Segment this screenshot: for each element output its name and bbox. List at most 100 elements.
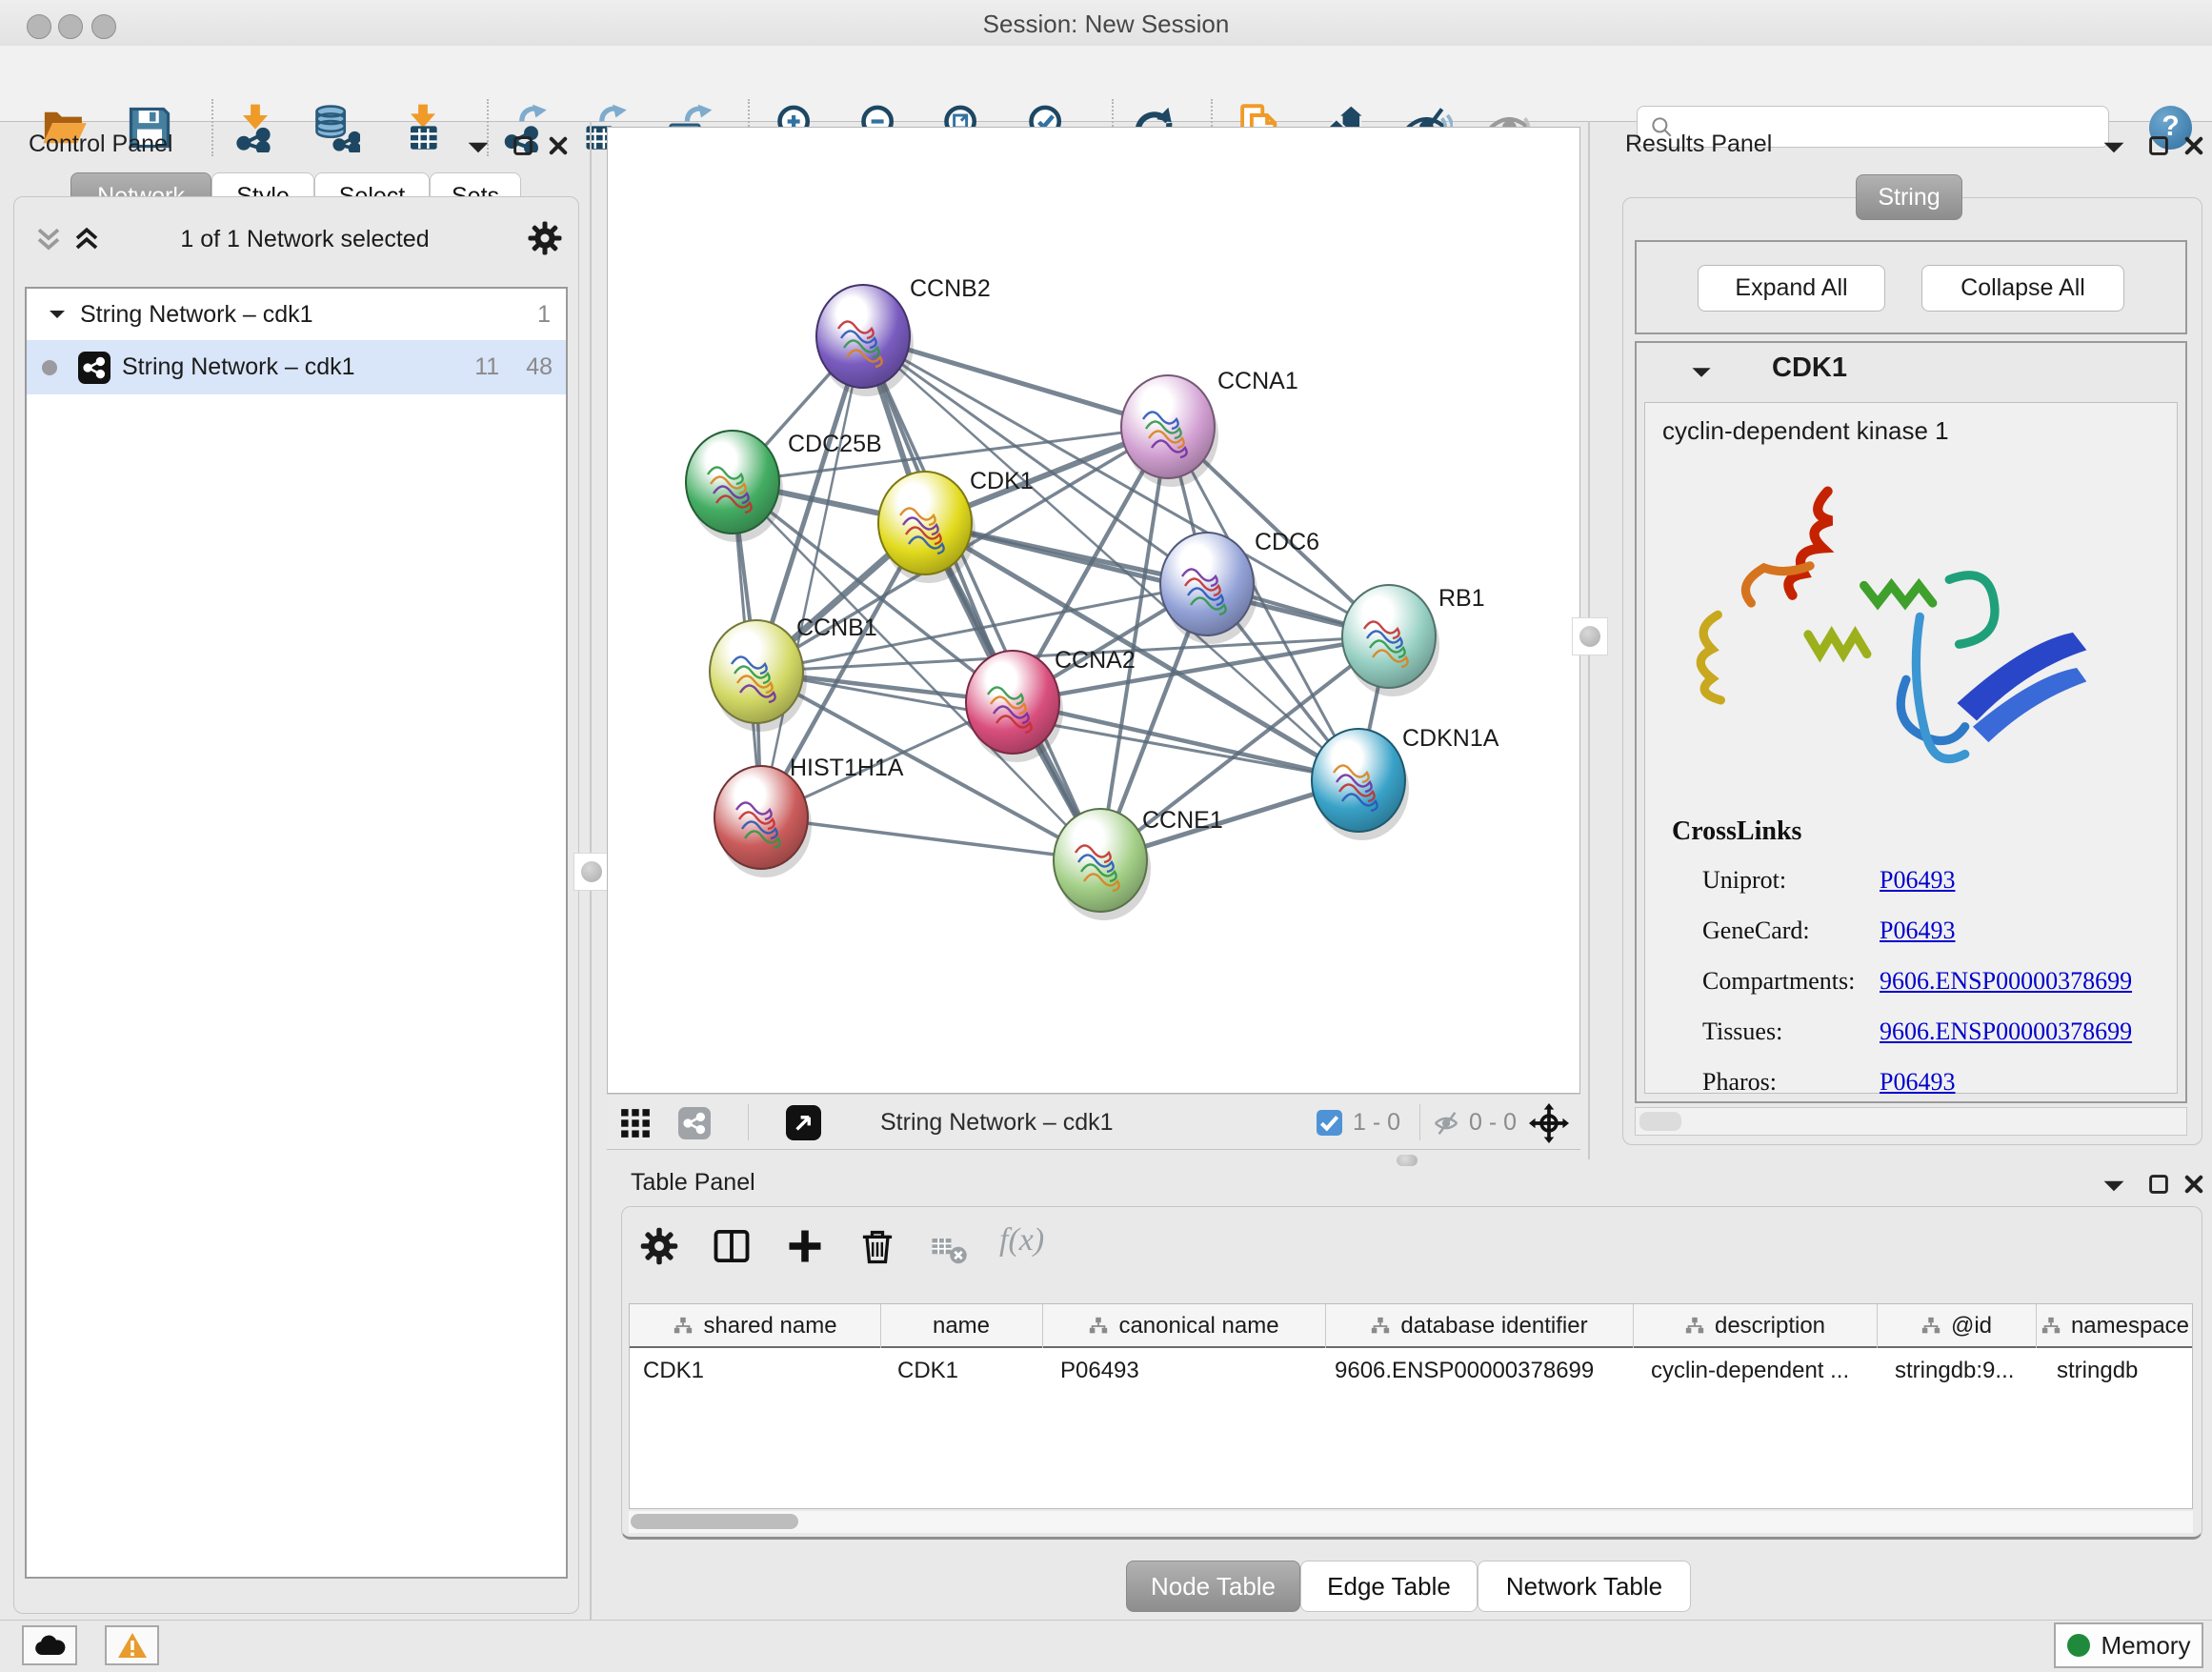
- delete-table-icon[interactable]: [930, 1229, 968, 1267]
- network-node-hist1h1a[interactable]: HIST1H1A: [714, 755, 904, 877]
- crosslink-uniprot-link[interactable]: P06493: [1880, 866, 1955, 895]
- window-title: Session: New Session: [0, 10, 2212, 39]
- network-node-ccnb2[interactable]: CCNB2: [816, 275, 991, 396]
- cell-canonical-name[interactable]: P06493: [1060, 1358, 1317, 1384]
- collapse-all-button[interactable]: Collapse All: [1921, 265, 2124, 312]
- panel-collapse-icon[interactable]: [466, 138, 491, 157]
- cell-id[interactable]: stringdb:9...: [1895, 1358, 2028, 1384]
- selected-counts: 1 - 0: [1353, 1109, 1400, 1137]
- scrollbar-thumb[interactable]: [631, 1514, 798, 1529]
- crosslink-genecard-link[interactable]: P06493: [1880, 917, 1955, 945]
- column-header-id[interactable]: @id: [1877, 1304, 2036, 1348]
- cell-description[interactable]: cyclin-dependent ...: [1651, 1358, 1868, 1384]
- cell-namespace[interactable]: stringdb: [2057, 1358, 2190, 1384]
- cell-database-identifier[interactable]: 9606.ENSP00000378699: [1335, 1358, 1626, 1384]
- control-panel: Control Panel Network Style Select Sets …: [0, 121, 590, 1620]
- panel-close-icon[interactable]: [2182, 134, 2205, 157]
- cell-name[interactable]: CDK1: [897, 1358, 1036, 1384]
- column-header-database-identifier[interactable]: database identifier: [1325, 1304, 1633, 1348]
- network-list: String Network – cdk1 1 String Network –…: [25, 287, 568, 1579]
- table-hscrollbar[interactable]: [629, 1511, 2193, 1533]
- show-columns-icon[interactable]: [711, 1225, 753, 1267]
- crosslink-tissues-link[interactable]: 9606.ENSP00000378699: [1880, 1017, 2132, 1046]
- network-status-dot: [42, 360, 57, 375]
- panel-float-icon[interactable]: [512, 134, 534, 157]
- selected-nodes-checkbox[interactable]: [1317, 1110, 1342, 1136]
- network-node-cdk1[interactable]: CDK1: [878, 468, 1034, 583]
- tree-expand-icon[interactable]: [48, 307, 67, 322]
- panel-float-icon[interactable]: [2147, 1173, 2170, 1196]
- crosslink-compartments-link[interactable]: 9606.ENSP00000378699: [1880, 967, 2132, 996]
- expand-all-networks-icon[interactable]: [72, 223, 101, 253]
- grid-view-icon[interactable]: [619, 1107, 652, 1139]
- network-edge-count: 48: [526, 353, 553, 381]
- control-panel-title: Control Panel: [29, 131, 172, 158]
- crosslink-label: Uniprot:: [1702, 866, 1786, 895]
- splitter-grip[interactable]: [1572, 617, 1608, 655]
- fit-content-crosshair-icon[interactable]: [1529, 1103, 1569, 1143]
- cell-shared-name[interactable]: CDK1: [643, 1358, 872, 1384]
- cloud-icon: [33, 1633, 66, 1658]
- tab-network-table[interactable]: Network Table: [1478, 1561, 1691, 1612]
- network-options-gear-icon[interactable]: [526, 219, 564, 257]
- crosslinks-title: CrossLinks: [1672, 816, 1801, 847]
- network-node-rb1[interactable]: RB1: [1342, 585, 1485, 696]
- gene-section: CDK1 cyclin-dependent kinase 1 CrossLink…: [1635, 341, 2187, 1103]
- table-settings-gear-icon[interactable]: [638, 1225, 680, 1267]
- collapse-all-networks-icon[interactable]: [34, 223, 63, 253]
- status-bar: Memory: [0, 1620, 2212, 1672]
- column-header-shared-name[interactable]: shared name: [630, 1304, 880, 1348]
- network-node-cdc25b[interactable]: CDC25B: [686, 431, 882, 542]
- scrollbar-thumb[interactable]: [1639, 1112, 1681, 1131]
- network-node-ccnb1[interactable]: CCNB1: [710, 614, 877, 732]
- open-in-window-icon[interactable]: [786, 1105, 821, 1140]
- network-view-toolbar: String Network – cdk1 1 - 0 0 - 0: [607, 1094, 1580, 1150]
- column-header-name[interactable]: name: [880, 1304, 1042, 1348]
- network-view-share-icon[interactable]: [678, 1107, 711, 1139]
- table-header-row: shared name name canonical name database…: [630, 1304, 2192, 1348]
- column-header-namespace[interactable]: namespace: [2036, 1304, 2194, 1348]
- column-type-icon: [673, 1316, 694, 1337]
- panel-close-icon[interactable]: [547, 134, 570, 157]
- node-table[interactable]: shared name name canonical name database…: [629, 1303, 2193, 1509]
- add-column-icon[interactable]: [784, 1225, 826, 1267]
- section-collapse-icon[interactable]: [1690, 364, 1713, 381]
- collection-count: 1: [537, 301, 551, 329]
- tab-string-results[interactable]: String: [1856, 174, 1962, 220]
- memory-button[interactable]: Memory: [2054, 1622, 2203, 1668]
- column-header-canonical-name[interactable]: canonical name: [1042, 1304, 1325, 1348]
- hidden-eye-icon[interactable]: [1432, 1109, 1462, 1138]
- crosslink-pharos-link[interactable]: P06493: [1880, 1068, 1955, 1097]
- column-type-icon: [1370, 1316, 1391, 1337]
- network-node-ccna2[interactable]: CCNA2: [966, 647, 1136, 762]
- delete-column-icon[interactable]: [856, 1225, 898, 1267]
- network-canvas[interactable]: CCNB2CCNA1CDC25BCDK1CDC6RB1CCNB1CCNA2CDK…: [607, 127, 1580, 1094]
- network-collection-row[interactable]: String Network – cdk1 1: [27, 289, 566, 340]
- tab-edge-table[interactable]: Edge Table: [1300, 1561, 1478, 1612]
- network-row[interactable]: String Network – cdk1 11 48: [27, 340, 566, 394]
- panel-collapse-icon[interactable]: [2101, 138, 2126, 157]
- results-panel-title: Results Panel: [1625, 131, 1772, 158]
- function-builder-button[interactable]: f(x): [999, 1222, 1044, 1259]
- warnings-button[interactable]: [105, 1625, 159, 1665]
- results-hscrollbar[interactable]: [1635, 1107, 2187, 1136]
- panel-close-icon[interactable]: [2182, 1173, 2205, 1196]
- gene-card: cyclin-dependent kinase 1 CrossLinks Uni…: [1644, 402, 2178, 1094]
- panel-float-icon[interactable]: [2147, 134, 2170, 157]
- network-node-cdc6[interactable]: CDC6: [1160, 529, 1319, 644]
- network-node-cdkn1a[interactable]: CDKN1A: [1312, 725, 1499, 840]
- node-label: CDKN1A: [1402, 725, 1499, 752]
- network-graph[interactable]: CCNB2CCNA1CDC25BCDK1CDC6RB1CCNB1CCNA2CDK…: [608, 128, 1579, 1093]
- tab-node-table[interactable]: Node Table: [1126, 1561, 1300, 1612]
- cloud-status-button[interactable]: [22, 1625, 77, 1665]
- node-label: CDK1: [970, 468, 1034, 494]
- memory-label: Memory: [2101, 1631, 2191, 1661]
- splitter-grip[interactable]: [573, 853, 610, 891]
- network-node-ccne1[interactable]: CCNE1: [1054, 807, 1223, 920]
- panel-collapse-icon[interactable]: [2101, 1177, 2126, 1196]
- column-header-description[interactable]: description: [1633, 1304, 1877, 1348]
- node-label: CCNB2: [910, 275, 991, 302]
- expand-all-button[interactable]: Expand All: [1698, 265, 1885, 312]
- memory-status-dot: [2067, 1634, 2090, 1657]
- table-row[interactable]: CDK1 CDK1 P06493 9606.ENSP00000378699 cy…: [630, 1348, 2192, 1392]
